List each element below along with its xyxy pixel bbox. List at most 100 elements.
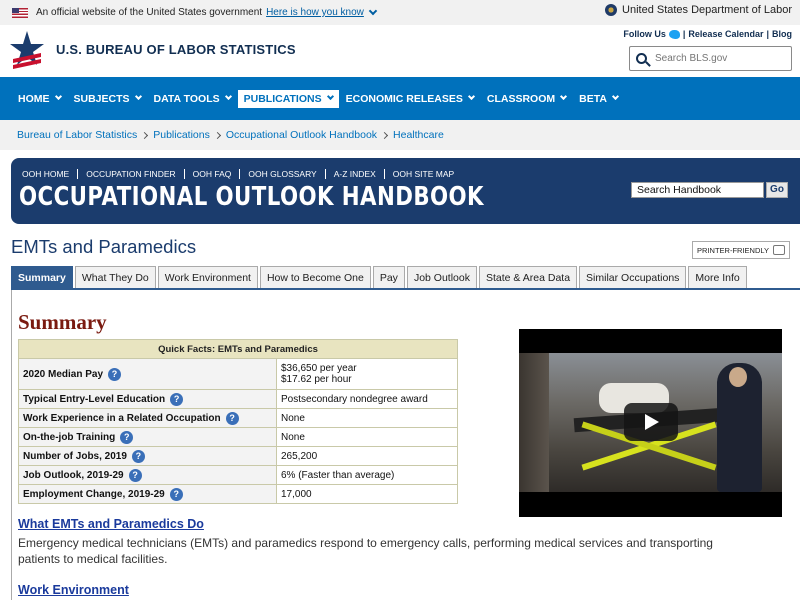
page-title: EMTs and Paramedics <box>11 236 197 257</box>
tab-what-they-do[interactable]: What They Do <box>74 266 156 288</box>
breadcrumb: Bureau of Labor Statistics Publications … <box>0 120 800 150</box>
help-icon[interactable]: ? <box>120 430 134 444</box>
table-value: 265,200 <box>276 446 458 466</box>
table-row: Typical Entry-Level Education? Postsecon… <box>18 389 458 409</box>
dol-label: United States Department of Labor <box>622 4 792 16</box>
breadcrumb-ooh[interactable]: Occupational Outlook Handbook <box>226 129 377 141</box>
tab-work-environment[interactable]: Work Environment <box>157 266 258 288</box>
tab-job-outlook[interactable]: Job Outlook <box>406 266 477 288</box>
dol-link[interactable]: United States Department of Labor <box>605 4 792 16</box>
video-player[interactable] <box>519 329 782 517</box>
chevron-down-icon <box>54 92 62 101</box>
nav-subjects[interactable]: SUBJECTS <box>68 90 147 108</box>
site-title[interactable]: U.S. BUREAU OF LABOR STATISTICS <box>56 42 296 57</box>
help-icon[interactable]: ? <box>108 367 122 381</box>
site-search <box>629 46 792 71</box>
table-row: Job Outlook, 2019-29? 6% (Faster than av… <box>18 465 458 485</box>
table-key: Number of Jobs, 2019? <box>18 446 277 466</box>
play-icon[interactable] <box>624 403 678 441</box>
nav-classroom[interactable]: CLASSROOM <box>481 90 572 108</box>
help-icon[interactable]: ? <box>131 449 145 463</box>
table-key: On-the-job Training? <box>18 427 277 447</box>
table-key: Employment Change, 2019-29? <box>18 484 277 504</box>
follow-us-link[interactable]: Follow Us <box>623 29 666 39</box>
blog-link[interactable]: Blog <box>772 29 792 39</box>
table-key: Work Experience in a Related Occupation? <box>18 408 277 428</box>
table-value: None <box>276 408 458 428</box>
ooh-glossary-link[interactable]: OOH GLOSSARY <box>240 169 326 179</box>
printer-icon <box>773 245 785 255</box>
ooh-title[interactable]: OCCUPATIONAL OUTLOOK HANDBOOK <box>19 182 484 212</box>
tab-more-info[interactable]: More Info <box>688 266 747 288</box>
table-row: On-the-job Training? None <box>18 427 458 447</box>
main-nav: HOME SUBJECTS DATA TOOLS PUBLICATIONS EC… <box>0 77 800 120</box>
chevron-down-icon <box>224 92 232 101</box>
tab-summary[interactable]: Summary <box>11 266 73 288</box>
search-input[interactable] <box>655 53 775 64</box>
breadcrumb-healthcare[interactable]: Healthcare <box>393 129 444 141</box>
table-value: 17,000 <box>276 484 458 504</box>
what-they-do-text: Emergency medical technicians (EMTs) and… <box>18 536 713 566</box>
help-icon[interactable]: ? <box>170 392 184 406</box>
table-key: 2020 Median Pay? <box>18 358 277 390</box>
ooh-site-map-link[interactable]: OOH SITE MAP <box>385 169 462 179</box>
chevron-down-icon <box>611 92 619 101</box>
chevron-right-icon <box>213 131 221 139</box>
table-value: Postsecondary nondegree award <box>276 389 458 409</box>
dol-seal-icon <box>605 4 618 16</box>
chevron-down-icon[interactable] <box>368 6 378 15</box>
what-they-do-link[interactable]: What EMTs and Paramedics Do <box>18 517 204 531</box>
go-button[interactable]: Go <box>766 182 788 198</box>
quick-facts-table: Quick Facts: EMTs and Paramedics 2020 Me… <box>18 339 458 504</box>
nav-beta[interactable]: BETA <box>573 90 624 108</box>
us-flag-icon <box>12 7 28 18</box>
work-environment-link[interactable]: Work Environment <box>18 583 129 597</box>
nav-data-tools[interactable]: DATA TOOLS <box>148 90 237 108</box>
tab-bar: Summary What They Do Work Environment Ho… <box>11 266 749 288</box>
chevron-down-icon <box>134 92 142 101</box>
help-icon[interactable]: ? <box>225 411 239 425</box>
table-row: Number of Jobs, 2019? 265,200 <box>18 446 458 466</box>
table-value: 6% (Faster than average) <box>276 465 458 485</box>
help-icon[interactable]: ? <box>128 468 142 482</box>
tab-similar-occupations[interactable]: Similar Occupations <box>579 266 687 288</box>
tab-state-area-data[interactable]: State & Area Data <box>478 266 578 288</box>
ooh-links: OOH HOME OCCUPATION FINDER OOH FAQ OOH G… <box>22 169 462 179</box>
chevron-down-icon <box>326 92 334 101</box>
help-icon[interactable]: ? <box>169 487 183 501</box>
ooh-faq-link[interactable]: OOH FAQ <box>185 169 241 179</box>
table-value: None <box>276 427 458 447</box>
breadcrumb-publications[interactable]: Publications <box>153 129 210 141</box>
az-index-link[interactable]: A-Z INDEX <box>326 169 385 179</box>
chevron-down-icon <box>467 92 475 101</box>
table-value: $36,650 per year $17.62 per hour <box>276 358 458 390</box>
nav-home[interactable]: HOME <box>12 90 67 108</box>
quick-facts-header: Quick Facts: EMTs and Paramedics <box>18 339 458 359</box>
tab-how-to-become-one[interactable]: How to Become One <box>259 266 371 288</box>
printer-friendly-label: PRINTER-FRIENDLY <box>697 245 769 255</box>
how-you-know-link[interactable]: Here is how you know <box>266 7 364 18</box>
nav-economic-releases[interactable]: ECONOMIC RELEASES <box>340 90 480 108</box>
nav-publications[interactable]: PUBLICATIONS <box>237 89 339 108</box>
chevron-right-icon <box>141 131 149 139</box>
ooh-banner: OOH HOME OCCUPATION FINDER OOH FAQ OOH G… <box>11 158 800 224</box>
chevron-right-icon <box>381 131 389 139</box>
tab-pay[interactable]: Pay <box>372 266 405 288</box>
ooh-home-link[interactable]: OOH HOME <box>22 169 79 179</box>
utility-links: Follow Us | Release Calendar | Blog <box>623 29 792 39</box>
breadcrumb-bls[interactable]: Bureau of Labor Statistics <box>17 129 137 141</box>
table-row: 2020 Median Pay? $36,650 per year $17.62 … <box>18 358 458 390</box>
table-key: Job Outlook, 2019-29? <box>18 465 277 485</box>
occupation-finder-link[interactable]: OCCUPATION FINDER <box>78 169 185 179</box>
table-key: Typical Entry-Level Education? <box>18 389 277 409</box>
printer-friendly-button[interactable]: PRINTER-FRIENDLY <box>692 241 790 259</box>
table-row: Work Experience in a Related Occupation?… <box>18 408 458 428</box>
search-icon[interactable] <box>636 53 647 64</box>
handbook-search-input[interactable] <box>631 182 764 198</box>
site-header: U.S. BUREAU OF LABOR STATISTICS Follow U… <box>0 25 800 77</box>
release-calendar-link[interactable]: Release Calendar <box>688 29 763 39</box>
bls-logo-icon[interactable] <box>9 29 45 73</box>
gov-banner-text: An official website of the United States… <box>36 7 263 18</box>
chevron-down-icon <box>560 92 568 101</box>
twitter-icon[interactable] <box>668 29 680 39</box>
